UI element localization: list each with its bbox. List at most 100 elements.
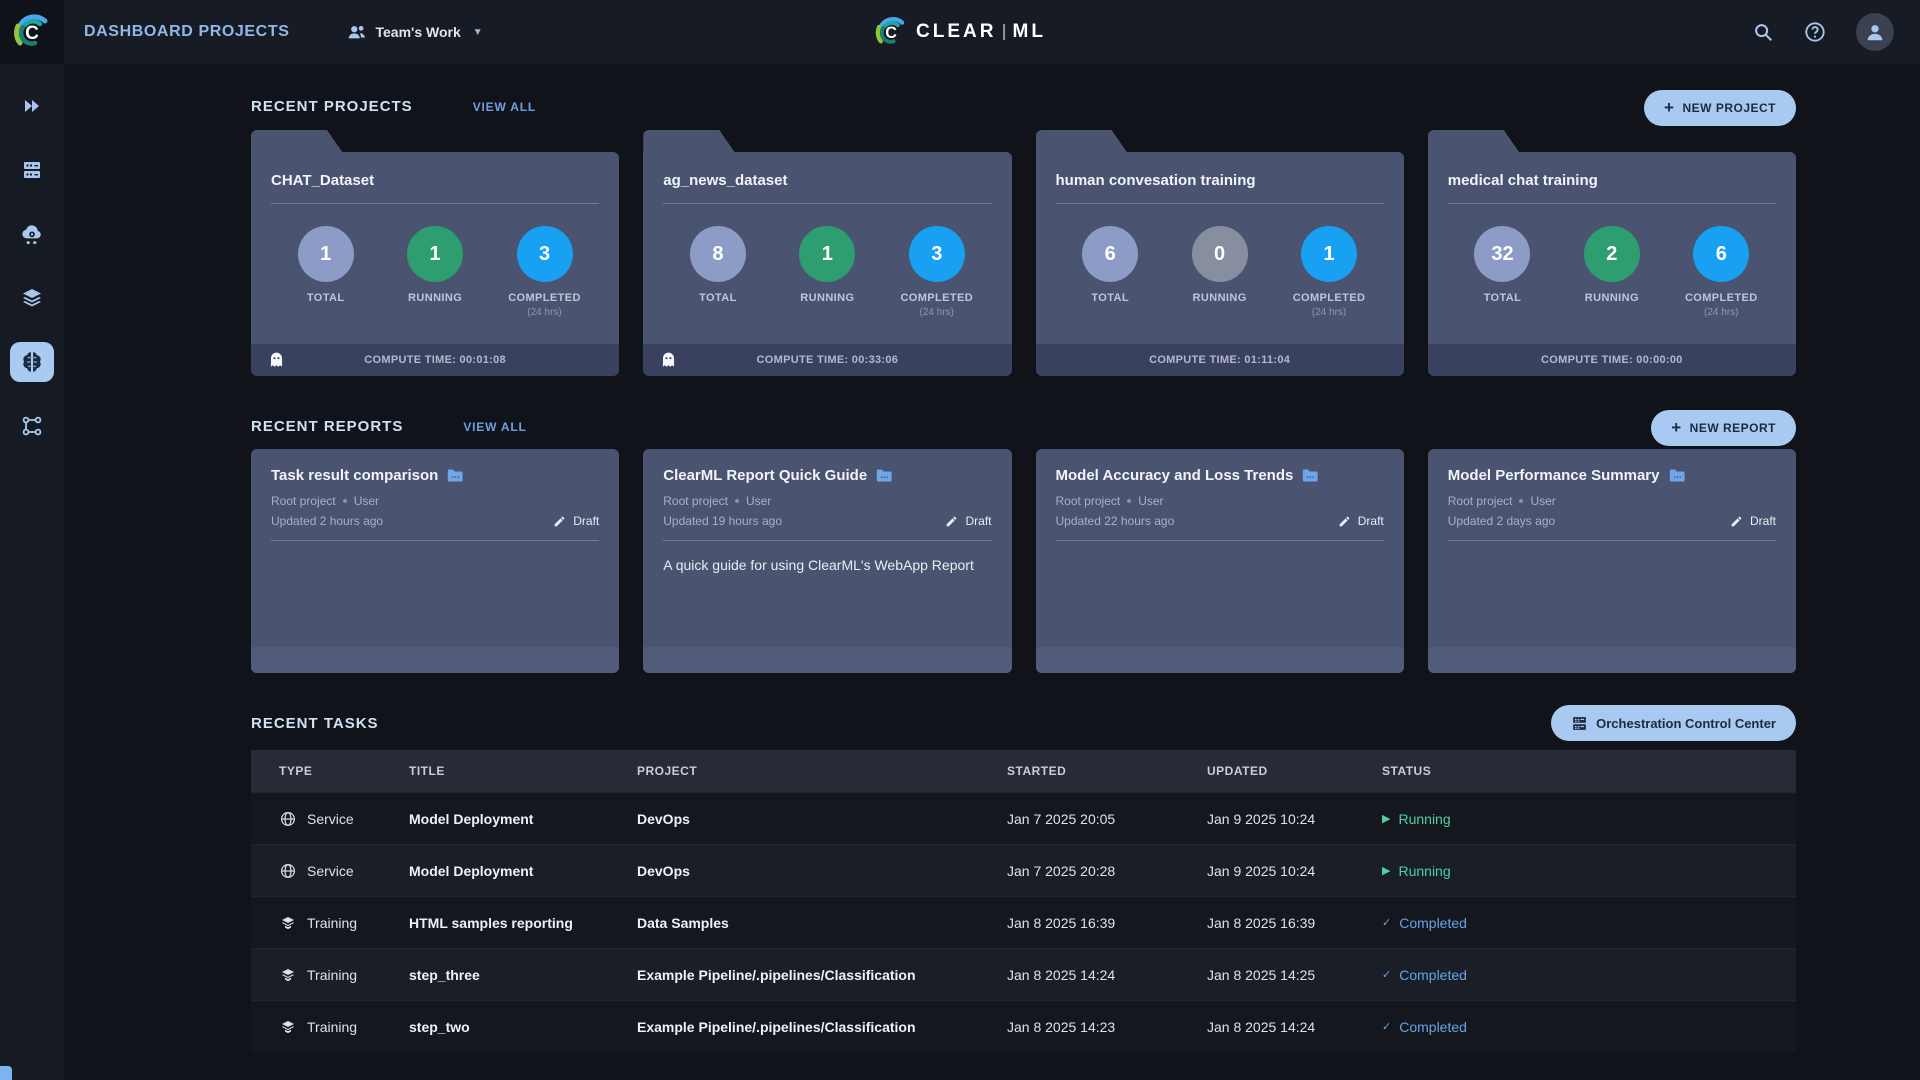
status-badge: ▶ Running (1382, 862, 1451, 879)
workspace-selector[interactable]: Team's Work ▼ (346, 21, 483, 43)
project-name: medical chat training (1447, 172, 1598, 189)
recent-reports-header: RECENT REPORTS VIEW ALL + NEW REPORT (251, 410, 1796, 446)
main-content: RECENT PROJECTS VIEW ALL + NEW PROJECT C… (64, 64, 1920, 1052)
project-card-footer: COMPUTE TIME: 01:11:04 (1035, 344, 1404, 376)
svg-text:C: C (25, 23, 39, 44)
recent-tasks-section: RECENT TASKS Orchestration Control Cente… (251, 705, 1796, 1052)
report-card[interactable]: Task result comparison Root project User … (251, 449, 620, 673)
workspace-name: Team's Work (375, 24, 461, 40)
ghost-icon (661, 352, 676, 368)
new-report-button[interactable]: + NEW REPORT (1651, 410, 1796, 446)
stat-running: 1 RUNNING (395, 226, 475, 319)
recent-reports-title: RECENT REPORTS (251, 418, 404, 435)
report-updated: Updated 22 hours ago (1055, 514, 1175, 528)
table-row[interactable]: Service Model Deployment DevOps Jan 7 20… (251, 844, 1796, 896)
table-row[interactable]: Training step_two Example Pipeline/.pipe… (251, 1000, 1796, 1052)
stat-total: 6 TOTAL (1070, 226, 1150, 319)
stat-total: 8 TOTAL (678, 226, 758, 319)
pencil-icon (1731, 516, 1742, 526)
cloud-gear-icon (22, 225, 41, 245)
stat-total: 1 TOTAL (286, 226, 366, 319)
report-meta: Root project User (1447, 494, 1556, 508)
project-name: CHAT_Dataset (271, 172, 375, 189)
sidebar-item-datasets[interactable] (10, 278, 54, 318)
report-title: Task result comparison (271, 467, 439, 484)
server-rack-icon (1573, 716, 1587, 730)
orchestration-control-center-button[interactable]: Orchestration Control Center (1551, 705, 1796, 741)
brand-logo: C CLEAR ML (874, 0, 1046, 64)
recent-projects-header: RECENT PROJECTS VIEW ALL + NEW PROJECT (251, 90, 1796, 126)
stat-circle: 6 (1693, 226, 1750, 282)
new-project-button[interactable]: + NEW PROJECT (1644, 90, 1796, 126)
stat-circle: 1 (799, 226, 856, 282)
report-description: A quick guide for using ClearML's WebApp… (663, 557, 974, 573)
sidebar-item-workers-queues[interactable] (10, 150, 54, 190)
project-card-footer: COMPUTE TIME: 00:01:08 (251, 344, 620, 376)
sidebar-item-pipelines[interactable] (10, 406, 54, 446)
col-title: TITLE (409, 764, 445, 778)
report-description (1056, 541, 1384, 561)
recent-tasks-title: RECENT TASKS (251, 715, 379, 732)
report-card[interactable]: Model Performance Summary Root project Us… (1427, 449, 1796, 673)
stat-total: 32 TOTAL (1462, 226, 1542, 319)
compute-time: COMPUTE TIME: 00:33:06 (756, 354, 899, 366)
col-type: TYPE (279, 764, 313, 778)
report-meta: Root project User (1055, 494, 1164, 508)
bottom-left-partial-button[interactable] (0, 1066, 12, 1080)
sidebar-item-model-serving[interactable] (10, 342, 54, 382)
project-card-footer: COMPUTE TIME: 00:00:00 (1427, 344, 1796, 376)
draft-badge: Draft (1730, 514, 1776, 528)
avatar[interactable] (1856, 13, 1894, 51)
col-project: PROJECT (637, 764, 698, 778)
report-updated: Updated 2 days ago (1447, 514, 1556, 528)
compute-time: COMPUTE TIME: 00:00:00 (1541, 354, 1683, 366)
project-name: ag_news_dataset (663, 172, 788, 189)
table-row[interactable]: Training step_three Example Pipeline/.pi… (251, 948, 1796, 1000)
report-folder-icon (448, 469, 463, 482)
stat-completed: 3 COMPLETED (24 hrs) (505, 226, 585, 319)
tasks-table: TYPE TITLE PROJECT STARTED UPDATED STATU… (251, 750, 1796, 1052)
stat-circle: 0 (1191, 226, 1248, 282)
report-card[interactable]: ClearML Report Quick Guide Root project U… (643, 449, 1012, 673)
status-badge: ✓ Completed (1382, 966, 1467, 983)
stat-running: 1 RUNNING (787, 226, 867, 319)
project-card[interactable]: human convesation training 6 TOTAL 0 RUN… (1035, 152, 1404, 376)
folder-tab (1036, 130, 1128, 153)
status-icon: ▶ (1382, 865, 1391, 877)
stat-circle: 3 (908, 226, 965, 282)
report-folder-icon (1669, 469, 1685, 482)
project-card[interactable]: medical chat training 32 TOTAL 2 RUNNING… (1427, 152, 1796, 376)
layers-icon (282, 968, 294, 981)
stat-circle: 1 (407, 226, 464, 282)
sidebar-item-autoscalers[interactable] (10, 214, 54, 254)
clearml-logo-mark[interactable]: C (0, 0, 64, 64)
stat-circle: 6 (1082, 226, 1139, 282)
report-cards-row: Task result comparison Root project User … (251, 449, 1796, 673)
pencil-icon (554, 516, 565, 526)
status-icon: ✓ (1382, 917, 1392, 929)
sidebar-item-getting-started[interactable] (10, 86, 54, 126)
tasks-table-header: TYPE TITLE PROJECT STARTED UPDATED STATU… (251, 750, 1796, 792)
header-actions (1752, 13, 1920, 51)
search-icon[interactable] (1752, 21, 1774, 43)
report-card-footer (1427, 647, 1796, 673)
chevron-down-icon: ▼ (472, 26, 483, 38)
report-description (1448, 541, 1776, 561)
recent-tasks-header: RECENT TASKS Orchestration Control Cente… (251, 705, 1796, 741)
table-row[interactable]: Training HTML samples reporting Data Sam… (251, 896, 1796, 948)
status-badge: ✓ Completed (1382, 914, 1467, 931)
projects-view-all-link[interactable]: VIEW ALL (473, 100, 536, 114)
reports-view-all-link[interactable]: VIEW ALL (463, 420, 526, 434)
project-card[interactable]: CHAT_Dataset 1 TOTAL 1 RUNNING 3 COMPLET… (251, 152, 620, 376)
project-cards-row: CHAT_Dataset 1 TOTAL 1 RUNNING 3 COMPLET… (251, 129, 1796, 376)
table-row[interactable]: Service Model Deployment DevOps Jan 7 20… (251, 792, 1796, 844)
project-card[interactable]: ag_news_dataset 8 TOTAL 1 RUNNING 3 COMP… (643, 152, 1012, 376)
double-play-icon (25, 100, 39, 112)
report-title: ClearML Report Quick Guide (663, 467, 868, 484)
report-card[interactable]: Model Accuracy and Loss Trends Root proj… (1035, 449, 1404, 673)
recent-projects-title: RECENT PROJECTS (251, 98, 413, 115)
col-status: STATUS (1382, 764, 1432, 778)
col-started: STARTED (1007, 764, 1067, 778)
help-icon[interactable] (1804, 21, 1826, 43)
report-card-footer (643, 647, 1012, 673)
